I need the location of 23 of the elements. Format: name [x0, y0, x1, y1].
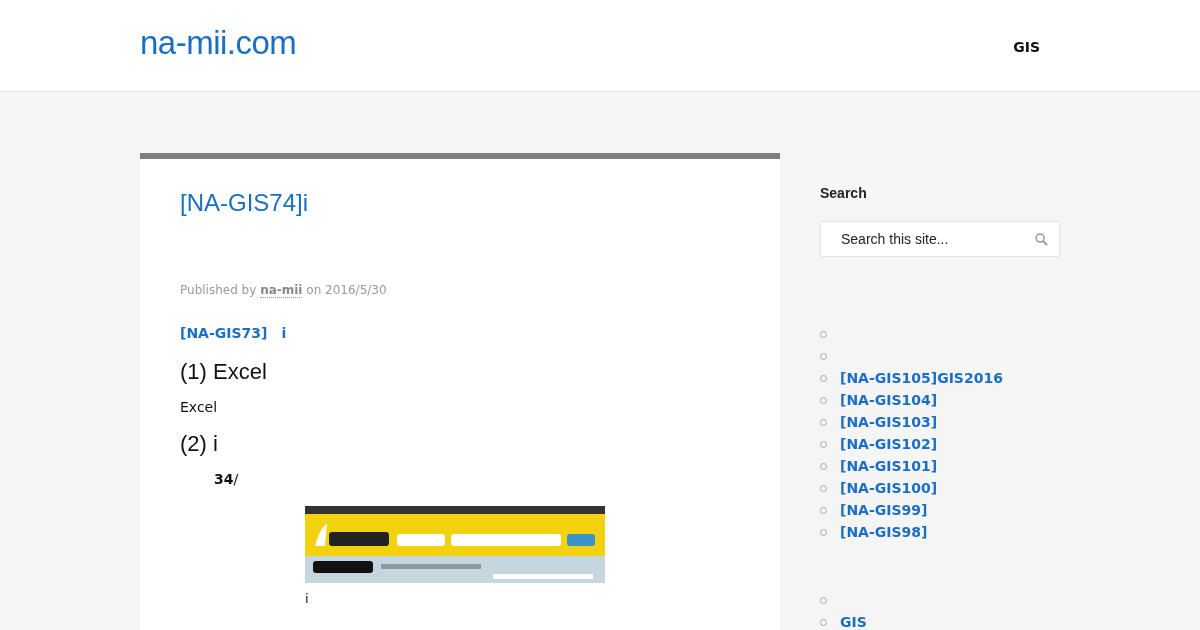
post-link[interactable]: [NA-GIS73] i — [180, 325, 287, 343]
section-heading: (1) Excel — [180, 359, 268, 385]
post-link[interactable]: [NA-GIS102] — [840, 436, 938, 452]
post-link[interactable]: [NA-GIS98] — [840, 524, 928, 540]
figure-caption: i — [305, 591, 310, 606]
post-meta: Published by na-mii on 2016/5/30 — [180, 283, 388, 297]
post-link[interactable]: [NA-GIS103] — [840, 414, 938, 430]
author-link[interactable]: na-mii — [260, 283, 303, 298]
section-heading: (2) i — [180, 431, 219, 457]
post-link[interactable]: [NA-GIS105]GIS2016 — [840, 370, 1003, 386]
nav-link[interactable]: GIS — [1013, 38, 1040, 55]
post-title[interactable]: [NA-GIS74]i — [180, 189, 740, 217]
search-icon[interactable] — [1035, 233, 1048, 246]
category-link[interactable]: GIS — [840, 614, 867, 630]
paragraph: Excel — [180, 399, 219, 415]
paragraph: 34/ — [214, 471, 240, 487]
widget-title: Search — [820, 185, 868, 201]
post-link[interactable]: [NA-GIS100] — [840, 480, 938, 496]
site-title[interactable]: na-mii.com — [140, 24, 297, 62]
search-field[interactable]: Search this site... — [820, 221, 1060, 257]
post-link[interactable]: [NA-GIS101] — [840, 458, 938, 474]
post-link[interactable]: [NA-GIS99] — [840, 502, 928, 518]
post-link[interactable]: [NA-GIS104] — [840, 392, 938, 408]
